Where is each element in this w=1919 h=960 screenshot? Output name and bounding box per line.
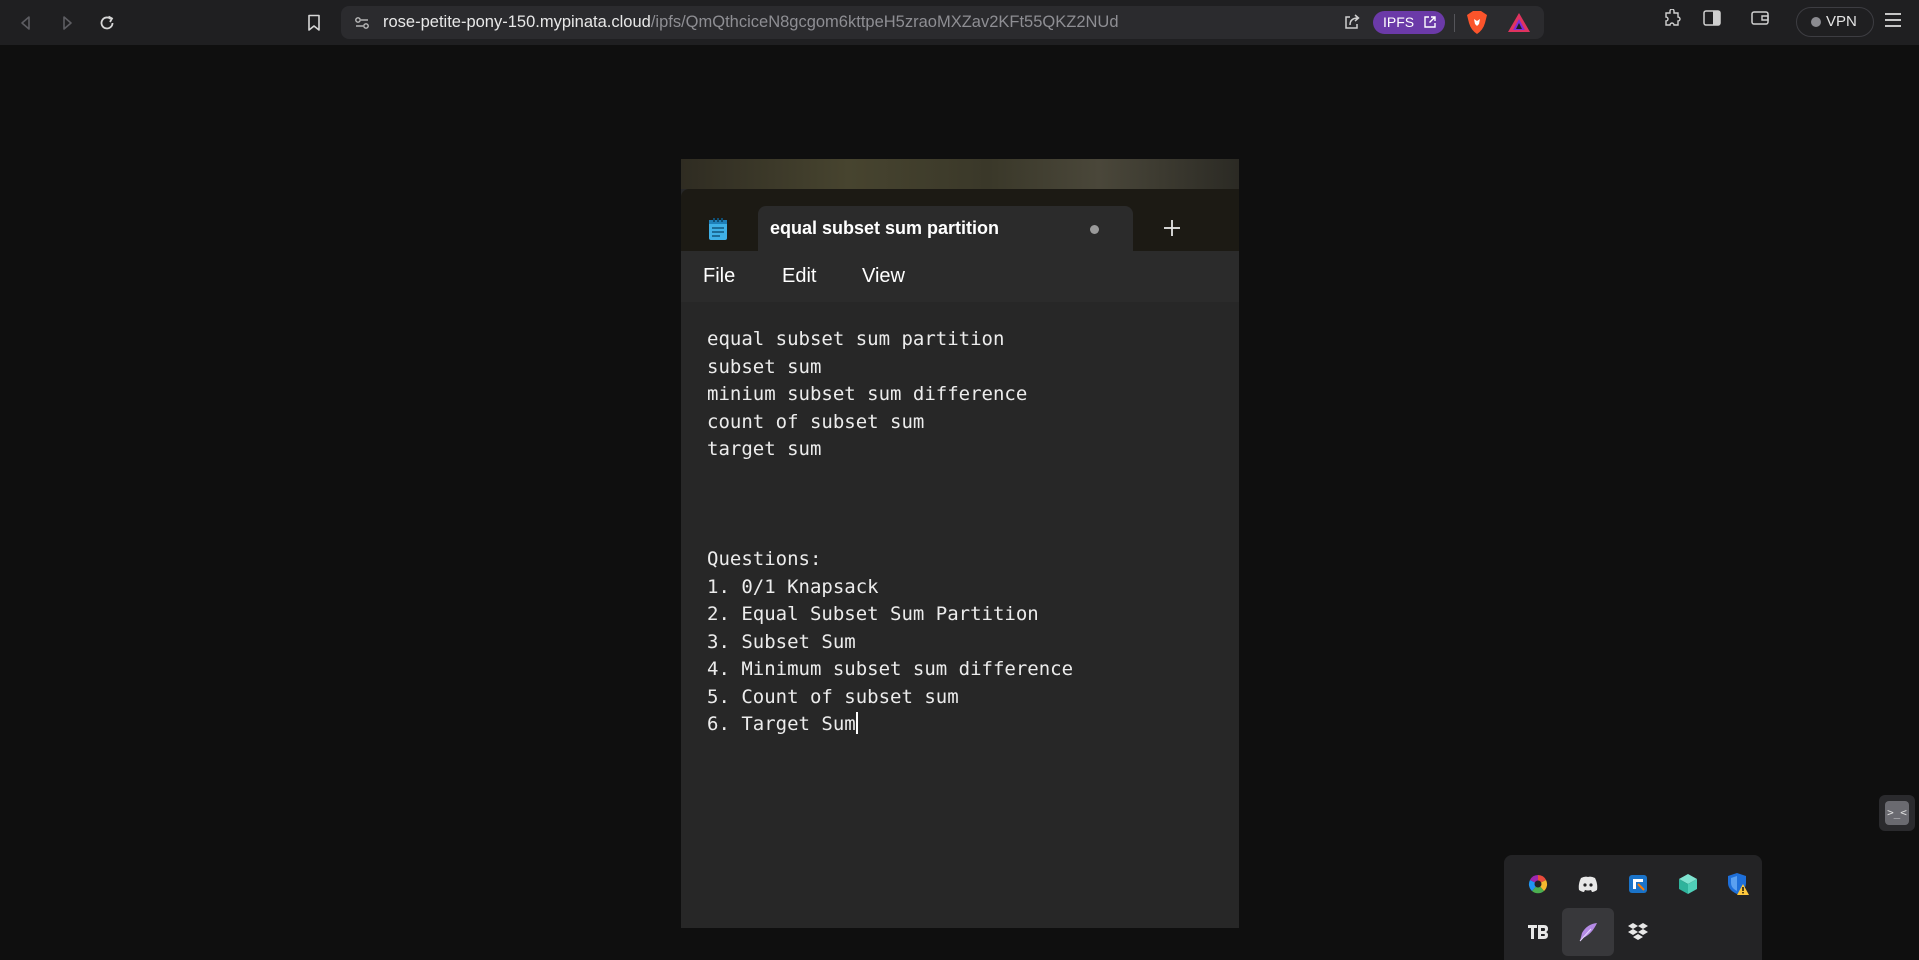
divider [1454, 14, 1455, 32]
site-settings-icon[interactable] [353, 14, 371, 32]
wallet-icon[interactable] [1747, 9, 1773, 35]
notepad-window: equal subset sum partition File Edit Vie… [681, 159, 1239, 928]
discord-icon[interactable] [1562, 860, 1614, 908]
tb-app-icon[interactable] [1512, 908, 1564, 956]
menu-file[interactable]: File [703, 251, 735, 301]
text-caret [855, 712, 858, 734]
text-line [707, 491, 1227, 519]
notepad-app-icon [707, 217, 729, 241]
snipping-tool-icon[interactable] [1612, 860, 1664, 908]
text-line: count of subset sum [707, 410, 925, 433]
text-line: 5. Count of subset sum [707, 685, 959, 708]
text-line: 4. Minimum subset sum difference [707, 658, 1074, 680]
brave-rewards-icon[interactable] [1507, 11, 1531, 35]
unsaved-dot-icon[interactable] [1090, 225, 1099, 234]
text-line: 3. Subset Sum [707, 630, 856, 653]
side-widget[interactable]: >_< [1879, 795, 1915, 831]
menu-view[interactable]: View [862, 251, 905, 301]
ipfs-label: IPFS [1383, 14, 1415, 30]
text-line [707, 464, 1227, 492]
dropbox-icon[interactable] [1612, 908, 1664, 956]
menu-icon[interactable] [1880, 9, 1906, 35]
text-line: target sum [707, 438, 822, 460]
text-line: 2. Equal Subset Sum Partition [707, 603, 1039, 625]
text-line: Questions: [707, 548, 822, 570]
forward-icon[interactable] [53, 9, 81, 37]
url-text[interactable]: rose-petite-pony-150.mypinata.cloud/ipfs… [383, 6, 1119, 39]
text-line: subset sum [707, 355, 822, 378]
notepad-text-area[interactable]: equal subset sum partition subset sum mi… [707, 326, 1227, 739]
vpn-status-icon [1811, 17, 1821, 27]
defender-warning-icon[interactable] [1712, 860, 1764, 908]
text-line: 1. 0/1 Knapsack [707, 575, 879, 598]
tab-document[interactable]: equal subset sum partition [758, 206, 1133, 253]
text-line: equal subset sum partition [707, 328, 1005, 350]
back-icon[interactable] [12, 9, 40, 37]
brave-shields-icon[interactable] [1465, 10, 1489, 36]
vpn-button[interactable]: VPN [1796, 7, 1874, 37]
menu-edit[interactable]: Edit [782, 251, 816, 301]
text-line: minium subset sum difference [707, 383, 1028, 405]
sidebar-icon[interactable] [1699, 9, 1725, 35]
cube-app-icon[interactable] [1662, 860, 1714, 908]
last-line-text: 6. Target Sum [707, 713, 856, 735]
address-bar[interactable]: rose-petite-pony-150.mypinata.cloud/ipfs… [341, 6, 1544, 39]
bookmark-icon[interactable] [300, 9, 328, 37]
text-line-last: 6. Target Sum [707, 711, 1227, 739]
url-host: rose-petite-pony-150.mypinata.cloud [383, 13, 651, 31]
share-icon[interactable] [1341, 12, 1363, 34]
terminal-face-icon: >_< [1885, 801, 1909, 825]
external-link-icon [1423, 11, 1437, 34]
vpn-label: VPN [1826, 13, 1857, 30]
reload-icon[interactable] [93, 9, 121, 37]
notepad-menubar: File Edit View [681, 251, 1239, 302]
browser-toolbar: rose-petite-pony-150.mypinata.cloud/ipfs… [0, 0, 1919, 45]
url-path: /ipfs/QmQthciceN8gcgom6kttpeH5zraoMXZav2… [650, 13, 1119, 31]
add-tab-icon[interactable] [1157, 213, 1187, 243]
pen-feather-icon[interactable] [1562, 908, 1614, 956]
system-tray-overflow [1504, 855, 1762, 960]
tab-title: equal subset sum partition [770, 218, 1000, 238]
wallpaper-strip [681, 159, 1239, 189]
text-line [707, 519, 1227, 547]
notepad-titlebar: equal subset sum partition [681, 189, 1239, 253]
extensions-icon[interactable] [1659, 8, 1685, 35]
ipfs-button[interactable]: IPFS [1373, 11, 1445, 34]
color-wheel-icon[interactable] [1512, 860, 1564, 908]
